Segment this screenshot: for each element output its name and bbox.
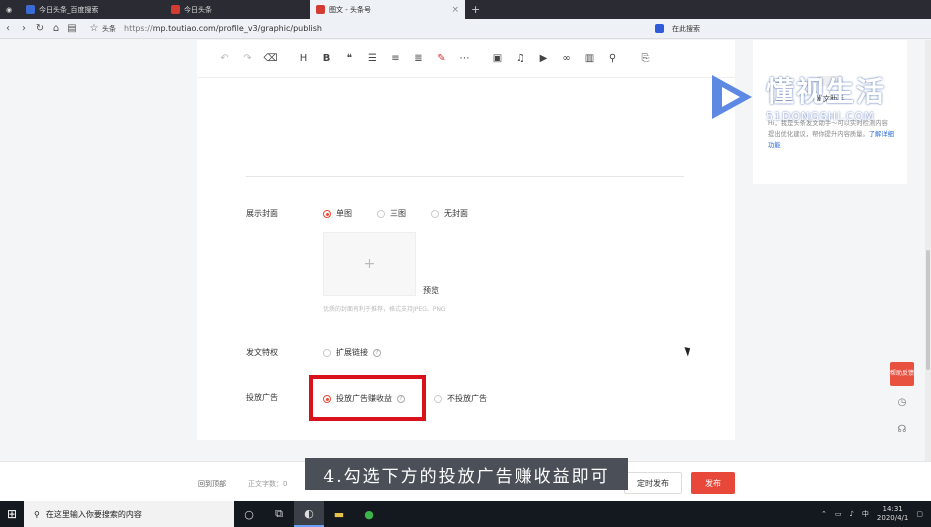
browser-menu-icon[interactable]: ◉ [0,0,20,19]
ad-option-none[interactable]: 不投放广告 [434,393,487,404]
radio-dot [434,394,442,403]
eraser-icon[interactable]: ⌫ [259,49,282,69]
url-field[interactable]: https://mp.toutiao.com/profile_v3/graphi… [124,24,322,33]
watermark-subtitle: 51DONGSHI.COM [766,110,875,123]
tray-up-icon[interactable]: ⌃ [821,510,827,518]
heading-icon[interactable]: H [292,49,315,69]
video-icon[interactable]: ▶ [532,49,555,69]
clock-icon[interactable]: ◷ [890,391,914,413]
audio-icon[interactable]: ♫ [509,49,532,69]
taskbar-search-input[interactable]: ⚲ 在这里输入你要搜索的内容 [24,501,234,527]
redo-icon[interactable]: ↷ [236,49,259,69]
tab-label: 图文 - 头条号 [329,5,371,14]
wechat-icon[interactable]: ● [354,501,384,527]
notification-icon[interactable]: ▢ [916,510,923,518]
bookmark-label[interactable]: 头条 [102,24,116,34]
radio-dot [323,209,331,218]
search-icon: ⚲ [34,509,40,519]
editor-card: ↶ ↷ ⌫ H B ❝ ☰ ≡ ≣ ✎ ⋯ ▣ ♫ ▶ ∞ ▥ ⚲ ⎘ 展示封面… [197,40,735,440]
reload-icon[interactable]: ↻ [32,23,48,34]
preview-link[interactable]: 预览 [423,285,439,296]
cortana-icon[interactable]: ○ [234,501,264,527]
highlight-icon[interactable]: ✎ [430,49,453,69]
align-icon[interactable]: ≣ [407,49,430,69]
attachment-icon[interactable]: ⚲ [601,49,624,69]
page-viewport: ↶ ↷ ⌫ H B ❝ ☰ ≡ ≣ ✎ ⋯ ▣ ♫ ▶ ∞ ▥ ⚲ ⎘ 展示封面… [0,40,931,501]
system-tray: ⌃ ▭ ♪ 中 14:31 2020/4/1 ▢ [821,505,931,523]
chart-icon[interactable]: ▥ [578,49,601,69]
windows-taskbar: ⊞ ⚲ 在这里输入你要搜索的内容 ○ ⧉ ◐ ▬ ● ⌃ ▭ ♪ 中 14:31… [0,501,931,527]
browser-taskbar-icon[interactable]: ◐ [294,501,324,527]
privilege-option-extended-link[interactable]: 扩展链接 ? [323,347,381,358]
cover-option-none[interactable]: 无封面 [431,208,468,219]
content-divider [246,176,684,177]
add-icon: + [363,256,376,272]
more-icon[interactable]: ⋯ [453,49,476,69]
radio-dot [431,209,439,218]
link-icon[interactable]: ∞ [555,49,578,69]
help-feedback-button[interactable]: 帮助反馈 [890,362,914,386]
privilege-label: 发文特权 [246,348,278,357]
scrollbar-thumb[interactable] [926,250,930,370]
watermark-title: 懂视生活 [766,75,887,108]
toutiao-favicon [316,5,325,14]
taskbar-clock[interactable]: 14:31 2020/4/1 [877,505,908,523]
tab-graphic-publish[interactable]: 图文 - 头条号 × [310,0,465,19]
back-icon[interactable]: ‹ [0,23,16,34]
tab-label: 今日头条_百度搜索 [39,5,99,14]
cover-label: 展示封面 [246,209,278,218]
bold-icon[interactable]: B [315,49,338,69]
tab-baidu-search[interactable]: 今日头条_百度搜索 [20,0,165,19]
tab-toutiao[interactable]: 今日头条 [165,0,310,19]
browser-tab-bar: ◉ 今日头条_百度搜索 今日头条 图文 - 头条号 × + [0,0,931,19]
windows-start-icon[interactable]: ⊞ [0,501,24,527]
task-view-icon[interactable]: ⧉ [264,501,294,527]
new-tab-button[interactable]: + [465,0,486,19]
undo-icon[interactable]: ↶ [213,49,236,69]
toutiao-favicon [171,5,180,14]
image-icon[interactable]: ▣ [486,49,509,69]
publish-button[interactable]: 发布 [691,472,735,494]
headset-icon[interactable]: ☊ [890,418,914,440]
watermark-logo: 懂视生活 51DONGSHI.COM [706,70,886,123]
help-icon[interactable]: ? [373,348,381,357]
address-bar: ‹ › ↻ ⌂ ▤ ☆ 头条 https://mp.toutiao.com/pr… [0,19,931,39]
ad-label: 投放广告 [246,393,278,402]
checkbox-dot [323,348,331,357]
file-explorer-icon[interactable]: ▬ [324,501,354,527]
network-icon[interactable]: ▭ [835,510,842,518]
word-count: 正文字数：0 [248,480,288,488]
tutorial-caption: 4.勾选下方的投放广告赚收益即可 [305,458,628,490]
page-scrollbar[interactable] [925,40,931,501]
tutorial-highlight-box [309,375,426,421]
editor-toolbar: ↶ ↷ ⌫ H B ❝ ☰ ≡ ≣ ✎ ⋯ ▣ ♫ ▶ ∞ ▥ ⚲ ⎘ [197,40,735,78]
back-to-top-link[interactable]: 回到顶部 [198,479,226,489]
forward-icon[interactable]: › [16,23,32,34]
tab-label: 今日头条 [184,5,212,14]
volume-icon[interactable]: ♪ [849,510,853,518]
floating-side-buttons: 帮助反馈 ◷ ☊ [890,362,914,440]
template-icon[interactable]: ⎘ [634,49,657,69]
radio-dot [377,209,385,218]
cover-hint: 优质的封面有利于推荐，格式支持JPEG、PNG [323,306,446,313]
cover-upload-box[interactable]: + [323,232,416,296]
cover-option-three[interactable]: 三图 [377,208,406,219]
search-hint[interactable]: 在此搜索 [672,24,700,34]
baidu-favicon [26,5,35,14]
ime-indicator[interactable]: 中 [862,509,869,519]
ordered-list-icon[interactable]: ≡ [384,49,407,69]
unordered-list-icon[interactable]: ☰ [361,49,384,69]
close-tab-icon[interactable]: × [451,5,459,15]
search-engine-icon[interactable] [655,24,664,33]
bookmark-star-icon[interactable]: ☆ [86,23,102,34]
schedule-publish-button[interactable]: 定时发布 [624,472,682,494]
quote-icon[interactable]: ❝ [338,49,361,69]
home-icon[interactable]: ⌂ [48,23,64,34]
watermark-play-icon [712,74,752,119]
cover-option-single[interactable]: 单图 [323,208,352,219]
extensions-icon[interactable]: ▤ [64,23,80,34]
